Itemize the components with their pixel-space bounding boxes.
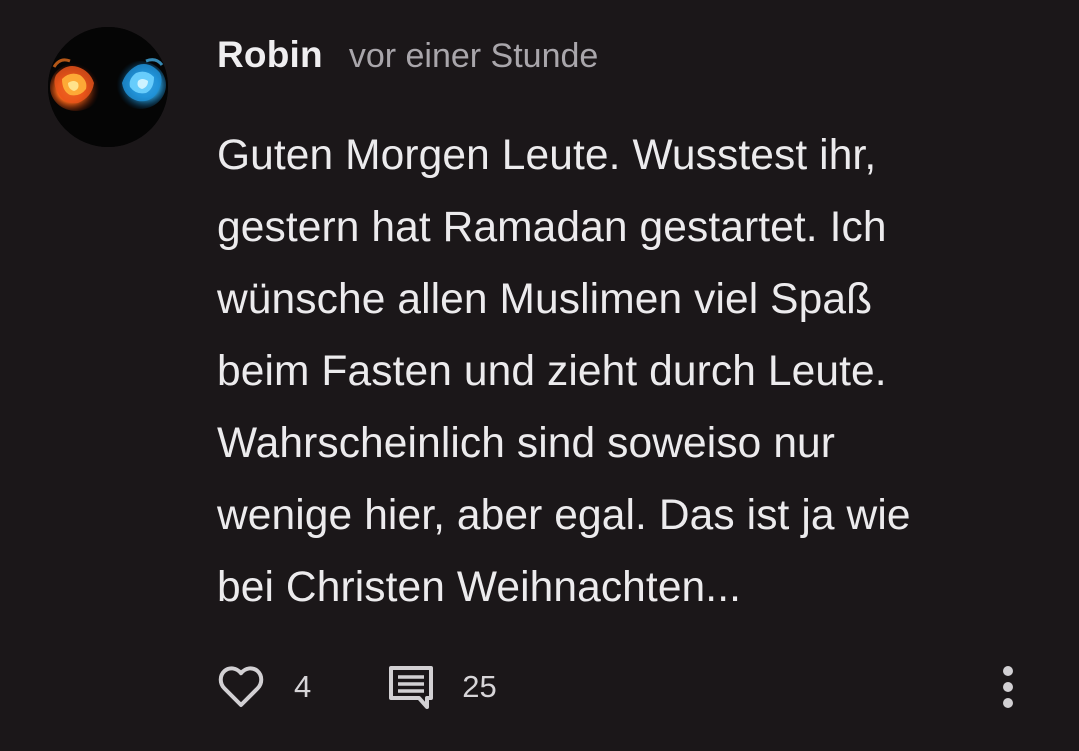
avatar[interactable] xyxy=(48,27,168,147)
author-name[interactable]: Robin xyxy=(217,34,323,76)
like-count: 4 xyxy=(294,669,312,704)
avatar-image xyxy=(48,27,168,147)
comment-icon xyxy=(389,666,434,709)
reply-button[interactable]: 25 xyxy=(387,664,497,710)
comment-text: Guten Morgen Leute. Wusstest ihr, gester… xyxy=(217,132,911,611)
like-button[interactable]: 4 xyxy=(217,665,311,709)
reply-count: 25 xyxy=(462,669,497,704)
comment-actions: 4 25 xyxy=(217,660,497,714)
more-vertical-icon xyxy=(1003,666,1013,708)
comment-card: Robin vor einer Stunde Guten Morgen Leut… xyxy=(0,0,1079,751)
heart-outline-icon xyxy=(218,666,264,707)
comment-header: Robin vor einer Stunde xyxy=(217,34,598,82)
comment-timestamp: vor einer Stunde xyxy=(348,37,599,75)
more-options-button[interactable] xyxy=(992,666,1024,708)
